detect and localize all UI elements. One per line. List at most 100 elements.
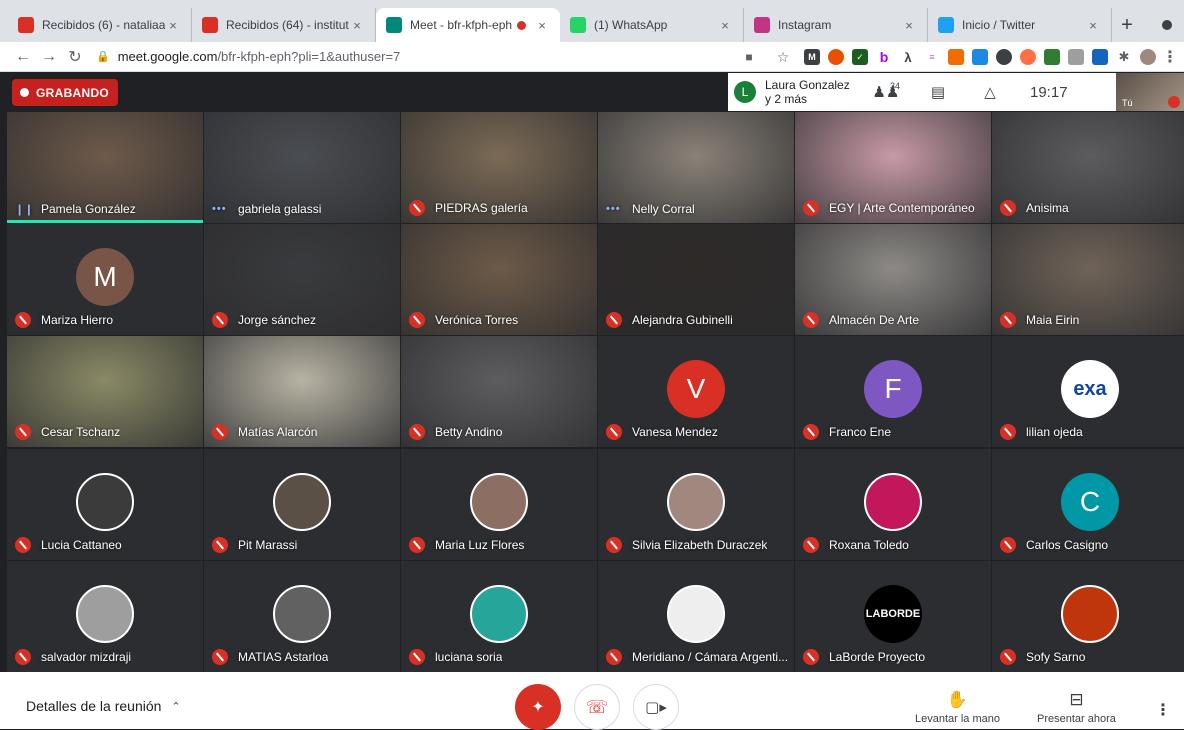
extension-icon[interactable]: M: [804, 49, 820, 65]
participant-tile[interactable]: salvador mizdraji: [7, 561, 203, 672]
participant-tile[interactable]: EGY | Arte Contemporáneo: [795, 112, 991, 223]
muted-mic-icon: [409, 424, 425, 440]
participant-tile[interactable]: ••• Nelly Corral: [598, 112, 794, 223]
participant-tile[interactable]: exa lilian ojeda: [992, 336, 1184, 447]
participant-name: lilian ojeda: [1026, 425, 1083, 439]
extension-icon[interactable]: b: [876, 49, 892, 65]
participant-name: Pit Marassi: [238, 538, 298, 552]
participant-initial-avatar: C: [1061, 473, 1119, 531]
participant-logo-avatar: exa: [1061, 360, 1119, 418]
activities-button[interactable]: △: [964, 73, 1016, 111]
participant-tile[interactable]: Pit Marassi: [204, 449, 400, 560]
browser-tab[interactable]: Instagram ×: [744, 8, 928, 42]
browser-tab[interactable]: Recibidos (6) - nataliaalban×: [8, 8, 192, 42]
present-now-button[interactable]: ⊟ Presentar ahora: [1037, 690, 1116, 725]
extension-icon[interactable]: [996, 49, 1012, 65]
participant-tile[interactable]: Maia Eirin: [992, 224, 1184, 335]
camera-in-use-icon[interactable]: ■: [736, 44, 762, 70]
participant-tile[interactable]: MATIAS Astarloa: [204, 561, 400, 672]
extension-icon[interactable]: ✓: [852, 49, 868, 65]
participant-tile[interactable]: Almacén De Arte: [795, 224, 991, 335]
forward-arrow-icon[interactable]: →: [36, 44, 62, 70]
speaking-indicator-icon: ❙❙: [15, 203, 34, 216]
people-button[interactable]: ♟♟ 34: [860, 73, 912, 111]
tab-close-icon[interactable]: ×: [717, 18, 733, 33]
participant-tile[interactable]: Maria Luz Flores: [401, 449, 597, 560]
participant-tile[interactable]: Sofy Sarno: [992, 561, 1184, 672]
participant-tile[interactable]: Alejandra Gubinelli: [598, 224, 794, 335]
participant-tile[interactable]: Betty Andino: [401, 336, 597, 447]
instagram-icon: [754, 17, 770, 33]
meeting-details-button[interactable]: Detalles de la reunión ⌃: [26, 698, 181, 714]
participant-tile[interactable]: Matías Alarcón: [204, 336, 400, 447]
participant-label: Mariza Hierro: [15, 312, 113, 328]
participant-tile[interactable]: Lucia Cattaneo: [7, 449, 203, 560]
tab-close-icon[interactable]: ×: [534, 18, 550, 33]
participant-tile[interactable]: Verónica Torres: [401, 224, 597, 335]
tab-close-icon[interactable]: ×: [901, 18, 917, 33]
participant-label: Alejandra Gubinelli: [606, 312, 733, 328]
tab-search-icon[interactable]: [1162, 20, 1172, 30]
participant-tile[interactable]: Anisima: [992, 112, 1184, 223]
address-bar[interactable]: 🔒 meet.google.com/bfr-kfph-eph?pli=1&aut…: [96, 45, 696, 69]
participant-label: Meridiano / Cámara Argenti...: [606, 649, 788, 665]
browser-tab[interactable]: (1) WhatsApp ×: [560, 8, 744, 42]
present-label: Presentar ahora: [1037, 713, 1116, 725]
back-arrow-icon[interactable]: ←: [10, 44, 36, 70]
participant-initial-avatar: M: [76, 248, 134, 306]
extension-icon[interactable]: [1068, 49, 1084, 65]
browser-tab[interactable]: Meet - bfr-kfph-eph ×: [376, 8, 560, 42]
browser-tab[interactable]: Recibidos (64) - instituto@×: [192, 8, 376, 42]
participant-tile[interactable]: ❙❙ Pamela González: [7, 112, 203, 223]
browser-tab-strip: Recibidos (6) - nataliaalban×Recibidos (…: [0, 0, 1184, 42]
browser-tab[interactable]: Inicio / Twitter ×: [928, 8, 1112, 42]
muted-mic-icon: [409, 312, 425, 328]
participant-label: LaBorde Proyecto: [803, 649, 925, 665]
participant-tile[interactable]: Meridiano / Cámara Argenti...: [598, 561, 794, 672]
new-tab-button[interactable]: +: [1112, 8, 1142, 42]
participant-photo-avatar: [470, 473, 528, 531]
extension-icon[interactable]: ≡: [924, 49, 940, 65]
extension-icon[interactable]: [1020, 49, 1036, 65]
tab-close-icon[interactable]: ×: [1085, 18, 1101, 33]
tab-close-icon[interactable]: ×: [165, 18, 181, 33]
extension-icon[interactable]: [1092, 49, 1108, 65]
participant-tile[interactable]: Roxana Toledo: [795, 449, 991, 560]
camera-toggle-button[interactable]: ▢▸: [633, 684, 679, 730]
raise-hand-label: Levantar la mano: [915, 713, 1000, 725]
extension-icon[interactable]: [1044, 49, 1060, 65]
participant-tile[interactable]: Cesar Tschanz: [7, 336, 203, 447]
participant-tile[interactable]: F Franco Ene: [795, 336, 991, 447]
extension-icon[interactable]: [948, 49, 964, 65]
extension-icon[interactable]: λ: [900, 49, 916, 65]
chat-button[interactable]: ▤: [912, 73, 964, 111]
participant-tile[interactable]: M Mariza Hierro: [7, 224, 203, 335]
reload-icon[interactable]: ↻: [62, 44, 88, 70]
profile-avatar[interactable]: [1140, 49, 1156, 65]
participant-tile[interactable]: luciana soria: [401, 561, 597, 672]
hang-up-button[interactable]: ☏: [574, 684, 620, 730]
participant-label: ••• gabriela galassi: [212, 202, 321, 216]
participant-tile[interactable]: ••• gabriela galassi: [204, 112, 400, 223]
more-options-icon[interactable]: ⋮: [1155, 700, 1171, 720]
participant-tile[interactable]: PIEDRAS galería: [401, 112, 597, 223]
microphone-toggle-button[interactable]: ✦: [515, 684, 561, 730]
extension-icon[interactable]: [828, 49, 844, 65]
tab-close-icon[interactable]: ×: [349, 18, 365, 33]
puzzle-icon[interactable]: ✱: [1116, 49, 1132, 65]
bookmark-star-icon[interactable]: ☆: [770, 44, 796, 70]
participant-tile[interactable]: V Vanesa Mendez: [598, 336, 794, 447]
participant-label: ❙❙ Pamela González: [15, 202, 136, 216]
raise-hand-button[interactable]: ✋ Levantar la mano: [915, 690, 1000, 725]
browser-menu-icon[interactable]: ⋮: [1162, 44, 1178, 70]
participant-tile[interactable]: Jorge sánchez: [204, 224, 400, 335]
participant-tile[interactable]: Silvia Elizabeth Duraczek: [598, 449, 794, 560]
presenter-info[interactable]: L Laura Gonzalez y 2 más: [728, 78, 860, 106]
participant-tile[interactable]: C Carlos Casigno: [992, 449, 1184, 560]
muted-mic-icon: [15, 312, 31, 328]
participant-name: Alejandra Gubinelli: [632, 313, 733, 327]
extension-icon[interactable]: [972, 49, 988, 65]
participant-tile[interactable]: LABORDE LaBorde Proyecto: [795, 561, 991, 672]
muted-mic-icon: [1000, 200, 1016, 216]
self-view-tile[interactable]: Tú: [1116, 73, 1184, 111]
